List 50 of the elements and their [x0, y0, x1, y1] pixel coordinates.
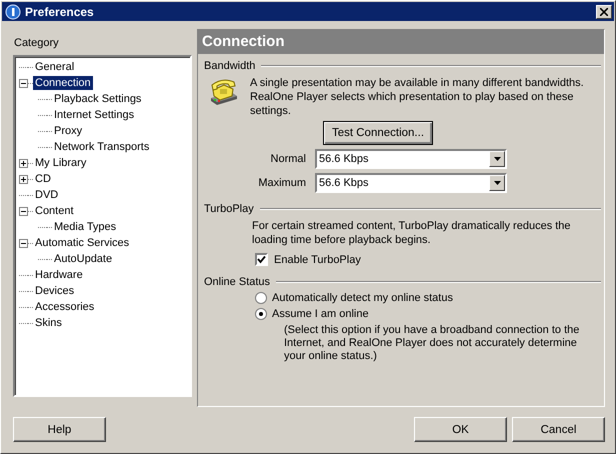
tree-item[interactable]: Media Types — [52, 220, 118, 234]
turboplay-description: For certain streamed content, TurboPlay dramatically reduces the loading time before playback begins. — [251, 219, 572, 247]
tree-item[interactable]: Automatic Services — [33, 236, 132, 250]
tree-item[interactable]: My Library — [33, 156, 88, 170]
radio-label: Assume I am online — [272, 308, 369, 320]
category-label: Category — [13, 36, 60, 51]
checkbox-label: Enable TurboPlay — [274, 254, 361, 266]
panel-title: Connection — [202, 33, 284, 50]
expander-icon[interactable] — [19, 238, 28, 248]
field-label: Maximum — [257, 177, 307, 189]
online-note: (Select this option if you have a broadband connection to the Internet, and RealOne Player does not accurately determine your online status.) — [283, 323, 580, 363]
dropdown-arrow-icon — [494, 157, 500, 161]
test-connection-button[interactable]: Test Connection... — [323, 121, 433, 145]
bandwidth-description: A single presentation may be available in many different bandwidths. RealOne Player selects which presentation to play based on these settings. — [250, 76, 585, 118]
dialog-button[interactable]: OK — [414, 417, 507, 442]
radio-label: Automatically detect my online status — [272, 292, 453, 304]
tree-item[interactable]: AutoUpdate — [52, 252, 114, 266]
radio-button[interactable] — [255, 292, 267, 304]
checkbox[interactable] — [255, 253, 268, 266]
radio-button[interactable] — [255, 308, 267, 320]
tree-item[interactable]: Devices — [33, 284, 76, 298]
tree-item[interactable]: Network Transports — [52, 140, 152, 154]
expander-icon[interactable] — [19, 78, 28, 88]
dropdown-arrow-icon — [494, 181, 500, 185]
tree-item[interactable]: Hardware — [33, 268, 85, 282]
tree-item[interactable]: General — [33, 60, 76, 74]
close-icon — [600, 8, 608, 16]
group-heading: Online Status — [204, 276, 270, 288]
expander-icon[interactable] — [19, 174, 28, 184]
tree-item[interactable]: Accessories — [33, 300, 96, 314]
bandwidth-dropdown[interactable]: 56.6 Kbps — [315, 173, 507, 193]
group-heading: TurboPlay — [204, 203, 254, 215]
tree-item[interactable]: DVD — [33, 188, 60, 202]
tree-item[interactable]: Playback Settings — [52, 92, 144, 106]
expander-icon[interactable] — [19, 206, 28, 216]
tree-item[interactable]: Proxy — [52, 124, 84, 138]
expander-icon[interactable] — [19, 158, 28, 168]
close-button[interactable] — [596, 4, 612, 18]
help-button[interactable]: Help — [13, 417, 106, 442]
tree-item[interactable]: Internet Settings — [52, 108, 136, 122]
app-icon — [5, 4, 21, 20]
field-label: Normal — [270, 153, 307, 165]
group-heading: Bandwidth — [204, 60, 256, 72]
window-title: Preferences — [25, 4, 95, 18]
tree-item[interactable]: Connection — [33, 76, 93, 90]
tree-item[interactable]: Content — [33, 204, 76, 218]
tree-item[interactable]: Skins — [33, 316, 64, 330]
dialog-button[interactable]: Cancel — [512, 417, 605, 442]
tree-item[interactable]: CD — [33, 172, 53, 186]
bandwidth-dropdown[interactable]: 56.6 Kbps — [315, 149, 507, 169]
